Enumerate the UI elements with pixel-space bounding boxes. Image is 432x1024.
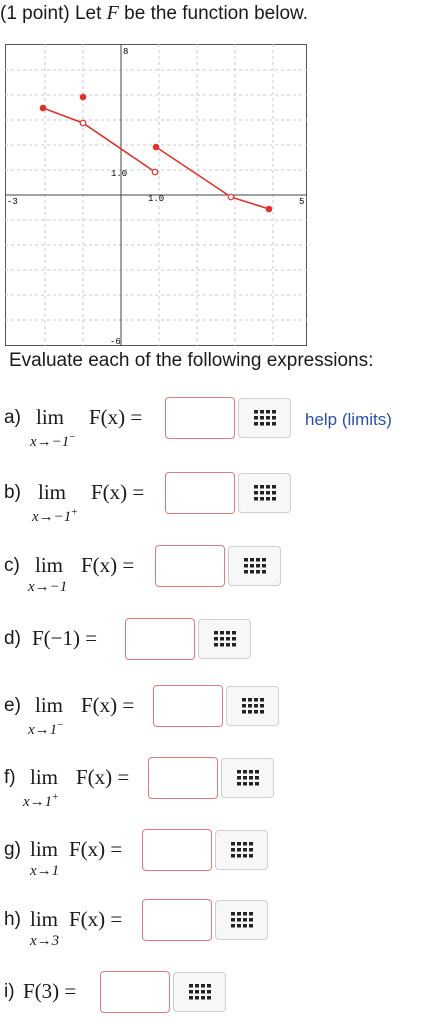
lim-operator: lim (35, 693, 64, 717)
answer-input[interactable] (153, 685, 223, 727)
limit-approach: x→3 (30, 933, 59, 950)
y-min-label: -6 (110, 337, 121, 346)
point-open-at-1 (151, 168, 159, 176)
answer-input[interactable] (165, 472, 235, 514)
header-prefix: (1 point) Let (0, 3, 107, 24)
function-name: F (106, 2, 119, 24)
answer-input[interactable] (165, 397, 235, 439)
equation-editor-button[interactable] (228, 546, 281, 586)
question-label: c) (4, 555, 20, 576)
question-row: i) F(3) = (0, 971, 432, 1021)
point-filled-at-1 (152, 143, 160, 151)
question-row: f) lim x→1+ F(x) = (0, 757, 432, 810)
lim-operator: lim (30, 765, 59, 789)
function-graph: -3 5 8 -6 1.0 1.0 (5, 44, 307, 346)
equation-editor-button[interactable] (215, 830, 268, 870)
equation-grid-icon (253, 410, 276, 426)
expression: F(x) = (76, 765, 130, 789)
limit-approach: x→1− (28, 719, 63, 739)
y-tick-label: 1.0 (111, 169, 127, 179)
answer-input[interactable] (155, 545, 225, 587)
lim-operator: lim (35, 553, 64, 577)
question-row: b) lim x→−1+ F(x) = (0, 472, 432, 525)
approach-direction: − (69, 431, 76, 443)
approach-text: x→1 (23, 794, 53, 810)
approach-text: x→3 (30, 933, 60, 949)
question-label: h) (4, 909, 21, 930)
y-max-label: 8 (123, 47, 128, 57)
equation-editor-button[interactable] (173, 972, 226, 1012)
expression: F(x) = (81, 693, 135, 717)
question-row: c) lim x→−1 F(x) = (0, 545, 432, 595)
question-label: d) (4, 628, 21, 649)
equation-editor-button[interactable] (198, 619, 251, 659)
question-label: e) (4, 695, 21, 716)
limit-approach: x→−1+ (32, 506, 78, 526)
question-label: f) (4, 767, 16, 788)
limit-approach: x→1 (30, 863, 59, 880)
expression: F(x) = (69, 907, 123, 931)
point-open-at-3 (227, 193, 235, 201)
approach-text: x→−1 (28, 579, 68, 595)
equation-grid-icon (241, 698, 264, 714)
expression: F(3) = (23, 979, 77, 1003)
limit-approach: x→−1 (28, 579, 67, 596)
limit-approach: x→−1− (30, 431, 76, 451)
equation-editor-button[interactable] (238, 473, 291, 513)
approach-text: x→−1 (32, 509, 72, 525)
equation-editor-button[interactable] (221, 758, 274, 798)
point-filled-end (265, 205, 273, 213)
expression: F(x) = (81, 553, 135, 577)
lim-operator: lim (30, 907, 59, 931)
x-tick-label: 1.0 (148, 194, 164, 204)
equation-grid-icon (230, 842, 253, 858)
expression: F(x) = (91, 480, 145, 504)
expression: F(x) = (69, 837, 123, 861)
equation-grid-icon (213, 631, 236, 647)
lim-operator: lim (38, 480, 67, 504)
help-limits-link[interactable]: help (limits) (305, 410, 392, 430)
question-row: e) lim x→1− F(x) = (0, 685, 432, 738)
equation-grid-icon (230, 912, 253, 928)
equation-grid-icon (243, 558, 266, 574)
instructions: Evaluate each of the following expressio… (9, 350, 374, 371)
lim-operator: lim (30, 837, 59, 861)
answer-input[interactable] (142, 899, 212, 941)
point-filled-start (39, 104, 47, 112)
limit-approach: x→1+ (23, 791, 58, 811)
question-label: i) (4, 981, 15, 1002)
approach-direction: + (52, 791, 59, 803)
expression: F(−1) = (32, 626, 98, 650)
question-label: g) (4, 839, 21, 860)
question-label: b) (4, 482, 21, 503)
point-filled-at-minus1 (79, 93, 87, 101)
answer-input[interactable] (142, 829, 212, 871)
answer-input[interactable] (100, 971, 170, 1013)
question-row: d) F(−1) = (0, 618, 432, 668)
equation-editor-button[interactable] (238, 398, 291, 438)
equation-grid-icon (236, 770, 259, 786)
equation-grid-icon (188, 984, 211, 1000)
equation-editor-button[interactable] (226, 686, 279, 726)
equation-editor-button[interactable] (215, 900, 268, 940)
approach-text: x→1 (28, 722, 58, 738)
approach-text: x→1 (30, 863, 60, 879)
problem-statement: (1 point) Let F be the function below. (0, 2, 308, 25)
x-max-label: 5 (299, 197, 304, 207)
lim-operator: lim (36, 405, 65, 429)
approach-direction: + (71, 506, 78, 518)
x-min-label: -3 (7, 197, 18, 207)
answer-input[interactable] (148, 757, 218, 799)
answer-input[interactable] (125, 618, 195, 660)
question-row: g) lim x→1 F(x) = (0, 829, 432, 879)
expression: F(x) = (89, 405, 143, 429)
equation-grid-icon (253, 485, 276, 501)
header-suffix: be the function below. (118, 3, 308, 24)
point-open-at-minus1 (79, 119, 87, 127)
question-row: h) lim x→3 F(x) = (0, 899, 432, 949)
approach-direction: − (57, 719, 64, 731)
question-label: a) (4, 407, 21, 428)
approach-text: x→−1 (30, 434, 70, 450)
